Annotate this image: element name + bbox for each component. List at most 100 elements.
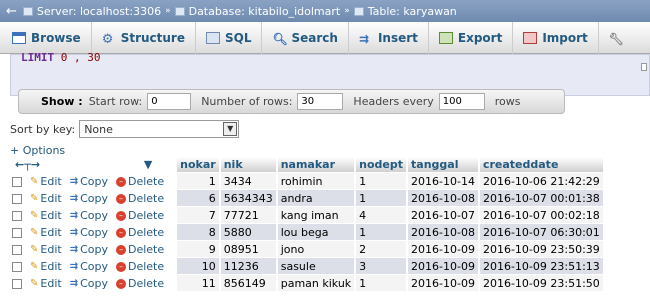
- edit-link[interactable]: ✎ Edit: [30, 209, 62, 222]
- cell-nokar[interactable]: 8: [177, 224, 219, 240]
- cell-namakar[interactable]: jono: [277, 241, 355, 257]
- cell-nokar[interactable]: 10: [177, 258, 219, 274]
- cell-tanggal[interactable]: 2016-10-07: [408, 207, 478, 223]
- row-checkbox[interactable]: [12, 227, 22, 238]
- cell-namakar[interactable]: kang iman: [277, 207, 355, 223]
- cell-nik[interactable]: 08951: [220, 241, 276, 257]
- rows-suffix: rows: [494, 95, 521, 108]
- table-row: ✎ Edit ⇉ Copy – Delete 1 3434 rohimin 1 2016-10-14…: [12, 173, 603, 189]
- row-checkbox[interactable]: [12, 261, 22, 272]
- row-checkbox[interactable]: [12, 244, 22, 255]
- copy-link[interactable]: ⇉ Copy: [70, 175, 108, 188]
- cell-createddate[interactable]: 2016-10-09 23:51:13: [479, 258, 603, 274]
- pencil-icon: ✎: [30, 193, 39, 204]
- tab-sql[interactable]: SQL: [196, 21, 263, 54]
- delete-link[interactable]: – Delete: [116, 243, 164, 256]
- edit-link[interactable]: ✎ Edit: [30, 192, 62, 205]
- cell-namakar[interactable]: paman kikuk: [277, 275, 355, 291]
- cell-createddate[interactable]: 2016-10-06 21:42:29: [479, 173, 603, 189]
- cell-nokar[interactable]: 6: [177, 190, 219, 206]
- column-arrows[interactable]: ←┬→ ▼: [12, 157, 175, 172]
- col-nodept[interactable]: nodept: [356, 157, 407, 172]
- row-checkbox[interactable]: [12, 278, 22, 289]
- breadcrumb: ← Server: localhost:3306 » Database: kit…: [0, 0, 650, 22]
- edit-link[interactable]: ✎ Edit: [30, 260, 62, 273]
- cell-nik[interactable]: 11236: [220, 258, 276, 274]
- cell-createddate[interactable]: 2016-10-07 00:02:18: [479, 207, 603, 223]
- back-arrow-icon[interactable]: ←: [6, 4, 17, 19]
- cell-tanggal[interactable]: 2016-10-14: [408, 173, 478, 189]
- headers-every-input[interactable]: [438, 93, 485, 110]
- row-checkbox[interactable]: [12, 210, 22, 221]
- cell-nodept[interactable]: 3: [356, 258, 407, 274]
- rows-input[interactable]: [297, 93, 344, 110]
- tab-browse[interactable]: Browse: [10, 21, 92, 54]
- cell-tanggal[interactable]: 2016-10-08: [408, 190, 478, 206]
- cell-createddate[interactable]: 2016-10-07 06:30:01: [479, 224, 603, 240]
- cell-nodept[interactable]: 1: [356, 190, 407, 206]
- tab-export[interactable]: Export: [429, 21, 514, 54]
- col-createddate[interactable]: createddate: [479, 157, 603, 172]
- cell-nodept[interactable]: 2: [356, 241, 407, 257]
- breadcrumb-table[interactable]: Table: karyawan: [353, 5, 457, 18]
- tab-structure[interactable]: ⚙ Structure: [92, 21, 196, 54]
- cell-tanggal[interactable]: 2016-10-09: [408, 241, 478, 257]
- cell-namakar[interactable]: lou bega: [277, 224, 355, 240]
- delete-link[interactable]: – Delete: [116, 277, 164, 290]
- tab-insert[interactable]: ⇉ Insert: [349, 21, 429, 54]
- edit-link[interactable]: ✎ Edit: [30, 226, 62, 239]
- col-namakar[interactable]: namakar: [277, 157, 355, 172]
- delete-link[interactable]: – Delete: [116, 192, 164, 205]
- copy-link[interactable]: ⇉ Copy: [70, 192, 108, 205]
- sort-dropdown-icon[interactable]: ▼: [144, 158, 152, 171]
- cell-nodept[interactable]: 1: [356, 275, 407, 291]
- delete-link[interactable]: – Delete: [116, 260, 164, 273]
- cell-nik[interactable]: 856149: [220, 275, 276, 291]
- tab-operations[interactable]: 🔧︎: [599, 22, 633, 54]
- tab-import[interactable]: Import: [513, 21, 599, 54]
- cell-nik[interactable]: 5880: [220, 224, 276, 240]
- row-checkbox[interactable]: [12, 193, 22, 204]
- breadcrumb-database[interactable]: Database: kitabilo_idolmart: [174, 5, 340, 18]
- cell-nodept[interactable]: 1: [356, 173, 407, 189]
- cell-nik[interactable]: 3434: [220, 173, 276, 189]
- cell-namakar[interactable]: andra: [277, 190, 355, 206]
- cell-namakar[interactable]: sasule: [277, 258, 355, 274]
- cell-createddate[interactable]: 2016-10-09 23:51:50: [479, 275, 603, 291]
- copy-link[interactable]: ⇉ Copy: [70, 260, 108, 273]
- cell-createddate[interactable]: 2016-10-09 23:50:39: [479, 241, 603, 257]
- cell-nokar[interactable]: 7: [177, 207, 219, 223]
- table-header-row: ←┬→ ▼ nokar nik namakar nodept tanggal c…: [12, 157, 603, 172]
- edit-link[interactable]: ✎ Edit: [30, 277, 62, 290]
- delete-link[interactable]: – Delete: [116, 209, 164, 222]
- copy-link[interactable]: ⇉ Copy: [70, 226, 108, 239]
- copy-link[interactable]: ⇉ Copy: [70, 277, 108, 290]
- row-checkbox[interactable]: [12, 176, 22, 187]
- col-nik[interactable]: nik: [220, 157, 276, 172]
- col-tanggal[interactable]: tanggal: [408, 157, 478, 172]
- tab-search[interactable]: 🔍︎ Search: [262, 21, 349, 54]
- edit-link[interactable]: ✎ Edit: [30, 175, 62, 188]
- copy-link[interactable]: ⇉ Copy: [70, 243, 108, 256]
- edit-link[interactable]: ✎ Edit: [30, 243, 62, 256]
- cell-tanggal[interactable]: 2016-10-09: [408, 275, 478, 291]
- breadcrumb-server[interactable]: Server: localhost:3306: [22, 5, 161, 18]
- col-nokar[interactable]: nokar: [177, 157, 219, 172]
- cell-namakar[interactable]: rohimin: [277, 173, 355, 189]
- resize-handle[interactable]: [641, 63, 647, 71]
- cell-nokar[interactable]: 9: [177, 241, 219, 257]
- cell-tanggal[interactable]: 2016-10-08: [408, 224, 478, 240]
- copy-link[interactable]: ⇉ Copy: [70, 209, 108, 222]
- cell-createddate[interactable]: 2016-10-07 00:01:38: [479, 190, 603, 206]
- start-row-input[interactable]: [147, 93, 192, 110]
- delete-link[interactable]: – Delete: [116, 226, 164, 239]
- cell-nik[interactable]: 77721: [220, 207, 276, 223]
- cell-nodept[interactable]: 4: [356, 207, 407, 223]
- cell-tanggal[interactable]: 2016-10-09: [408, 258, 478, 274]
- cell-nodept[interactable]: 1: [356, 224, 407, 240]
- cell-nokar[interactable]: 11: [177, 275, 219, 291]
- delete-link[interactable]: – Delete: [116, 175, 164, 188]
- sort-select[interactable]: None ▼: [79, 120, 240, 138]
- cell-nik[interactable]: 5634343: [220, 190, 276, 206]
- cell-nokar[interactable]: 1: [177, 173, 219, 189]
